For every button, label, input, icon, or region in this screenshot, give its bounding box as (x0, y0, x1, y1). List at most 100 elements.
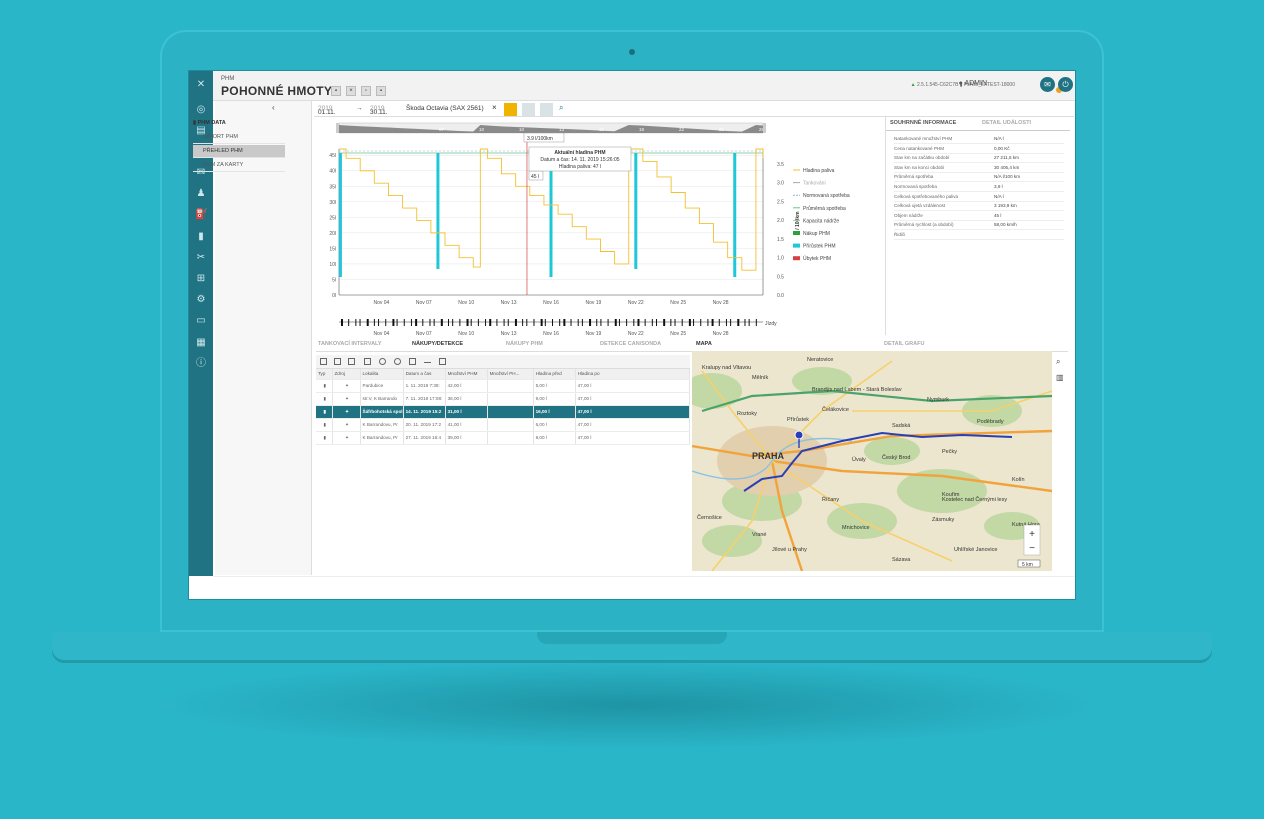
navigator-handle-left[interactable] (336, 123, 339, 133)
print-icon[interactable] (364, 358, 371, 365)
fuel-icon[interactable]: ⛽ (195, 209, 207, 221)
trip-mark (341, 319, 343, 326)
clear-vehicle-button[interactable]: × (492, 103, 497, 112)
tab-intervals[interactable]: TANKOVACÍ INTERVALY (318, 341, 382, 347)
trip-mark (385, 319, 387, 326)
tab-can-probe[interactable]: DETEKCE CAN/SONDA (600, 341, 661, 347)
map-label: Kralupy nad Vltavou (702, 365, 751, 371)
map-label: Jílové u Prahy (772, 547, 807, 553)
collapse-panel-icon[interactable]: ‹ (272, 103, 284, 115)
header-button-1[interactable]: ▪ (331, 86, 341, 96)
source-icon: ✦ (332, 392, 361, 406)
header-button-4[interactable]: ▪ (376, 86, 386, 96)
header-button-2[interactable]: × (346, 86, 356, 96)
export-icon[interactable] (320, 358, 327, 365)
cell-level-after: 47,00 l (575, 392, 691, 406)
tooltip-line1: Datum a čas: 14. 11. 2019 15:26:05 (540, 157, 619, 163)
messages-icon[interactable]: ✉ (1040, 77, 1055, 92)
fuel-pump-toggle[interactable] (522, 103, 535, 116)
tab-purchases[interactable]: NÁKUPY PHM (506, 341, 543, 347)
col-location[interactable]: Lokalita (360, 369, 404, 380)
legend-item[interactable]: Tankování (803, 181, 826, 187)
tab-summary[interactable]: SOUHRNNÉ INFORMACE (890, 120, 956, 126)
date-to[interactable]: 30.11. 2019 (370, 105, 388, 116)
minus-icon[interactable] (424, 362, 431, 369)
building-icon[interactable]: ▦ (195, 337, 207, 349)
fuel-chart-svg[interactable]: 07 10 10 13 16 19 22 25 280l5l10l15l20l25l30l35l… (315, 117, 883, 337)
legend-item[interactable]: Přírůstek PHM (803, 243, 836, 250)
header-button-3[interactable]: ▫ (361, 86, 371, 96)
person-icon[interactable]: ♟ (195, 188, 207, 200)
bus-icon[interactable]: ▭ (195, 315, 207, 327)
legend-item[interactable]: Kapacita nádrže (803, 218, 839, 224)
tab-event-detail[interactable]: DETAIL UDÁLOSTI (982, 120, 1031, 126)
sidebar-item-cards[interactable]: PHM ZA KARTY (193, 159, 285, 172)
tools-icon[interactable]: ✂ (195, 252, 207, 264)
info-icon[interactable]: ⓘ (195, 358, 207, 370)
refuel-bar[interactable] (733, 153, 737, 277)
trip-mark (607, 319, 609, 326)
document-icon[interactable] (348, 358, 355, 365)
location-pin-icon[interactable] (794, 430, 804, 440)
settings-icon[interactable] (409, 358, 416, 365)
table-row[interactable]: ▮ ✦ Pardubice 1. 11. 2019 7:39: 42,00 l 5,00 … (316, 379, 691, 393)
refuel-bar[interactable] (634, 153, 638, 269)
map-label: Černošice (697, 514, 722, 521)
refuel-bar[interactable] (436, 153, 440, 269)
table-row[interactable]: ▮ ✦ K Barrandovu, Pr 27. 11. 2019 16:4 39,00… (316, 431, 691, 445)
col-source[interactable]: Zdroj (332, 369, 361, 380)
fuel-graph-toggle[interactable] (504, 103, 517, 116)
tab-graph-detail[interactable]: DETAIL GRAFU (884, 341, 924, 347)
trip-mark (707, 319, 709, 326)
gear-icon[interactable]: ⚙ (195, 294, 207, 306)
bar-chart-icon[interactable]: ▮ (195, 231, 207, 243)
zoom-in-button[interactable]: + (1029, 529, 1035, 540)
col-type[interactable]: Typ (316, 369, 333, 380)
map-canvas[interactable]: Neratovice Kralupy nad Vltavou Brandýs nad… (692, 351, 1052, 571)
refresh-icon[interactable] (394, 358, 401, 365)
map-layers-icon[interactable]: ▥ (1056, 373, 1064, 382)
fuel-type-icon: ▮ (316, 379, 333, 393)
y-right-axis-label: l / 100km (795, 211, 801, 233)
sidebar-item-overview[interactable]: PŘEHLED PHM (193, 145, 285, 158)
col-datetime[interactable]: Datum a čas (403, 369, 446, 380)
card-toggle[interactable] (540, 103, 553, 116)
col-amount[interactable]: Množství PHM (445, 369, 488, 380)
brackets-icon[interactable]: ⊞ (195, 273, 207, 285)
table-row[interactable]: ▮ ✦ Šáfrbohotská spol 14. 11. 2019 15:2 31,0… (316, 405, 691, 419)
add-icon[interactable] (379, 358, 386, 365)
tab-map[interactable]: MAPA (696, 341, 712, 347)
sidebar-item-label: PHM ZA KARTY (203, 162, 244, 168)
refuel-bar[interactable] (338, 153, 342, 277)
legend-item[interactable]: Nákup PHM (803, 231, 830, 237)
tab-detections[interactable]: NÁKUPY/DETEKCE (412, 341, 463, 347)
summary-tabs: SOUHRNNÉ INFORMACE DETAIL UDÁLOSTI (886, 117, 1070, 131)
cell-location: str.V, K Barrando (360, 392, 404, 406)
col-amount-2[interactable]: Množství PH... (487, 369, 534, 380)
map-view[interactable]: Neratovice Kralupy nad Vltavou Brandýs nad… (692, 351, 1052, 571)
table-row[interactable]: ▮ ✦ K Barrandovu, Pr 20. 11. 2019 17:2 41,00… (316, 418, 691, 432)
navigator-handle-right[interactable] (763, 123, 766, 133)
legend-item[interactable]: Hladina paliva (803, 168, 835, 174)
copy-icon[interactable] (334, 358, 341, 365)
legend-item[interactable]: Průměrná spotřeba (803, 205, 846, 212)
col-level-after[interactable]: Hladina po (575, 369, 691, 380)
table-row[interactable]: ▮ ✦ str.V, K Barrando 7. 11. 2019 17:08: 38,… (316, 392, 691, 406)
legend-item[interactable]: Úbytek PHM (803, 255, 831, 262)
vehicle-select[interactable]: Škoda Octavia (SAX 2561) (406, 105, 484, 112)
date-from[interactable]: 01.11. 2019 (318, 105, 336, 116)
search-icon[interactable]: ⌕ (559, 103, 563, 113)
map-search-icon[interactable]: ⌕ (1056, 357, 1060, 367)
trips-x-tick: Nov 16 (543, 331, 559, 335)
refuel-bar[interactable] (549, 153, 553, 277)
trip-mark (440, 319, 443, 326)
logout-icon[interactable]: ⏻ (1058, 77, 1073, 92)
trips-x-tick: Nov 28 (713, 331, 729, 335)
compass-icon[interactable]: ◎ (195, 104, 207, 116)
edit-icon[interactable] (439, 358, 446, 365)
cell-amount-2 (487, 379, 534, 393)
col-level-before[interactable]: Hladina před (533, 369, 576, 380)
legend-item[interactable]: Normovaná spotřeba (803, 193, 850, 199)
sidebar-item-import[interactable]: IMPORT PHM (193, 131, 285, 144)
zoom-out-button[interactable]: − (1029, 543, 1035, 554)
